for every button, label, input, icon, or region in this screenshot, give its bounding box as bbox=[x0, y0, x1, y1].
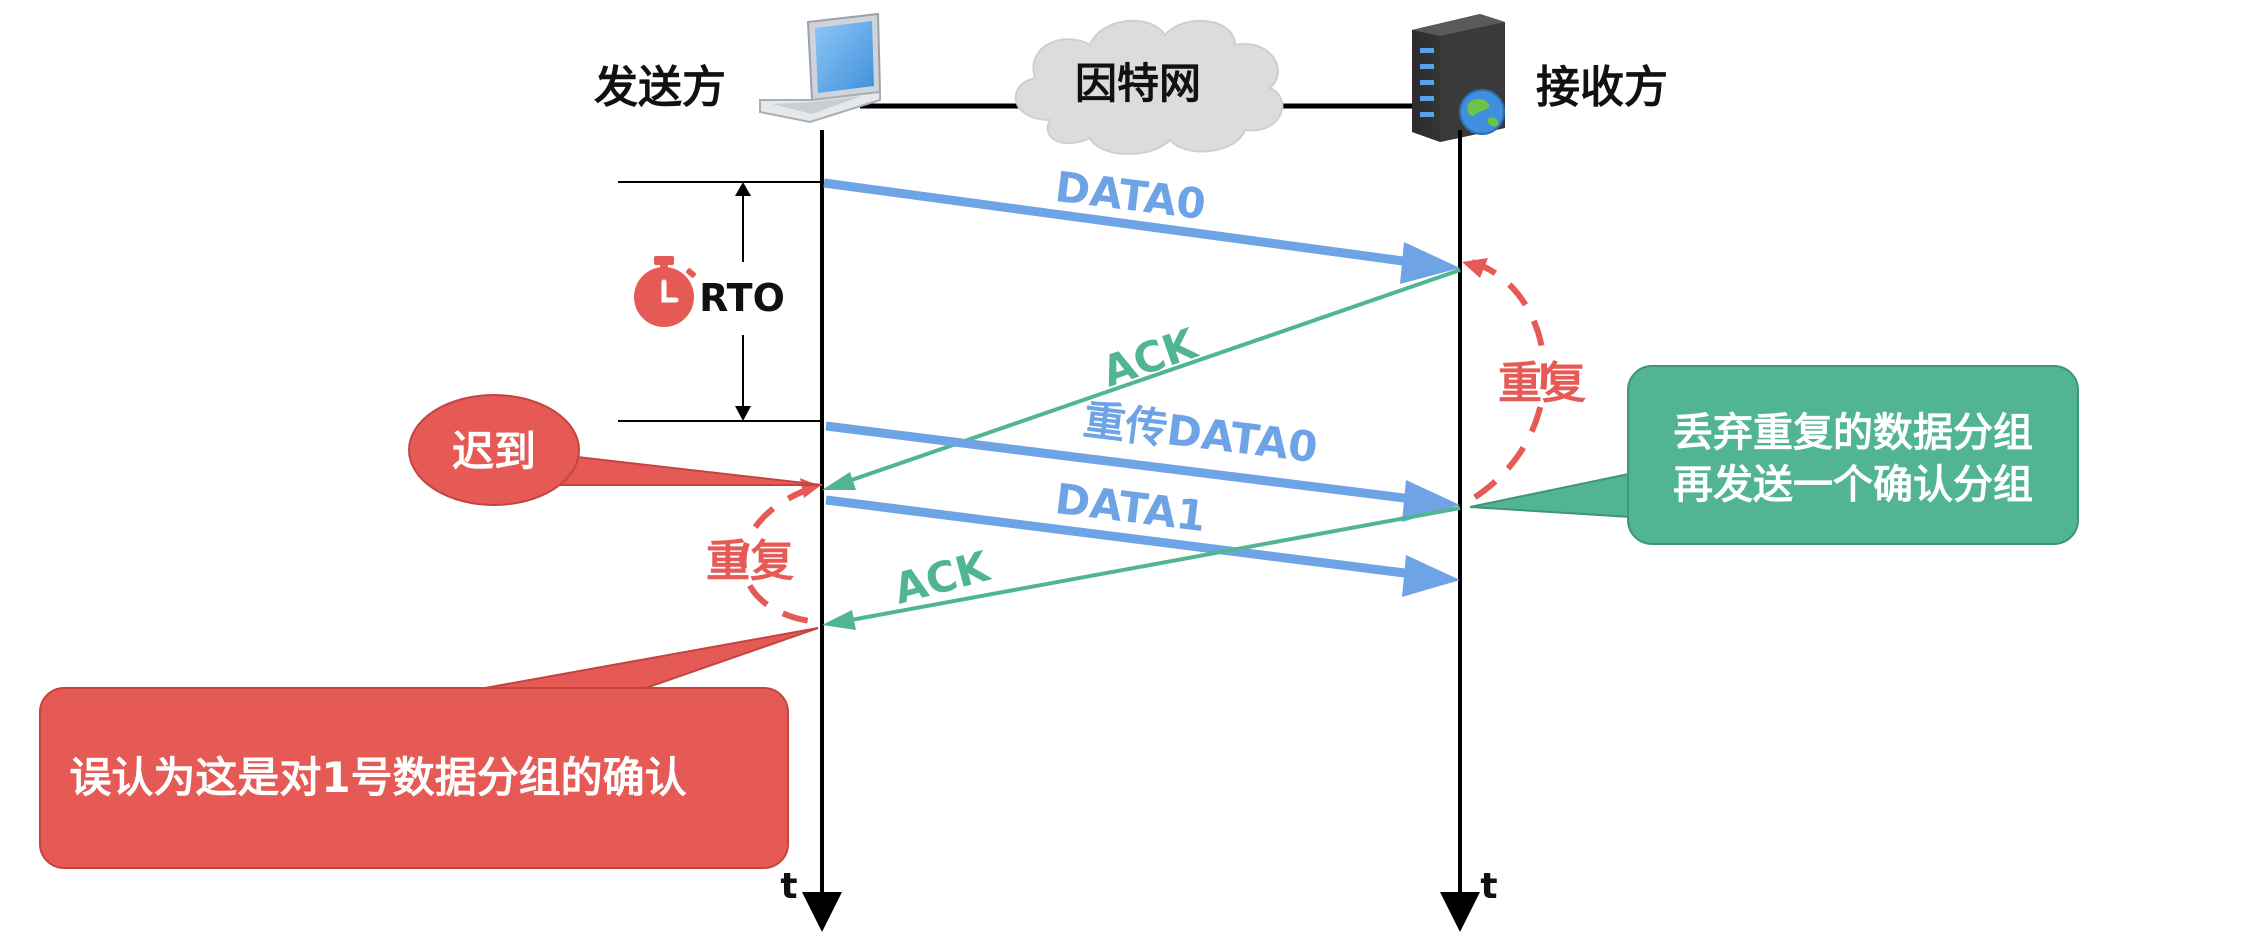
sender-duplicate-arc-head bbox=[800, 478, 820, 498]
sender-note-text: 误认为这是对1号数据分组的确认 bbox=[69, 753, 686, 802]
receiver-note-line2: 再发送一个确认分组 bbox=[1673, 462, 2033, 508]
data1-arrowhead bbox=[1402, 555, 1460, 597]
receiver-note-line1: 丢弃重复的数据分组 bbox=[1673, 410, 2033, 456]
sender-label: 发送方 bbox=[594, 62, 726, 113]
late-label: 迟到 bbox=[452, 427, 536, 476]
data0-arrowhead bbox=[1400, 242, 1460, 284]
ack2-arrowhead bbox=[822, 610, 856, 630]
rto-label: RTO bbox=[699, 276, 785, 320]
stop-and-wait-diagram: 因特网 发送方 接收方 t t RTO DATA0 ACK 重传DATA0 DA… bbox=[0, 0, 2252, 932]
server-icon bbox=[1412, 14, 1505, 142]
network-label: 因特网 bbox=[1075, 59, 1201, 108]
rto-arrowhead-up bbox=[735, 182, 751, 196]
receiver-duplicate-label: 重复 bbox=[1498, 358, 1586, 409]
ack1-arrowhead bbox=[822, 472, 856, 490]
receiver-label: 接收方 bbox=[1536, 62, 1668, 113]
diagram-canvas: 因特网 发送方 接收方 t t RTO DATA0 ACK 重传DATA0 DA… bbox=[39, 12, 2079, 932]
laptop-icon bbox=[759, 12, 882, 124]
stopwatch-icon bbox=[634, 256, 696, 327]
sender-time-label: t bbox=[780, 866, 797, 907]
ack1-label: ACK bbox=[1096, 318, 1204, 396]
sender-duplicate-label: 重复 bbox=[706, 536, 794, 587]
rto-arrowhead-down bbox=[735, 406, 751, 421]
sender-note-callout bbox=[39, 627, 819, 869]
receiver-time-label: t bbox=[1480, 866, 1497, 907]
